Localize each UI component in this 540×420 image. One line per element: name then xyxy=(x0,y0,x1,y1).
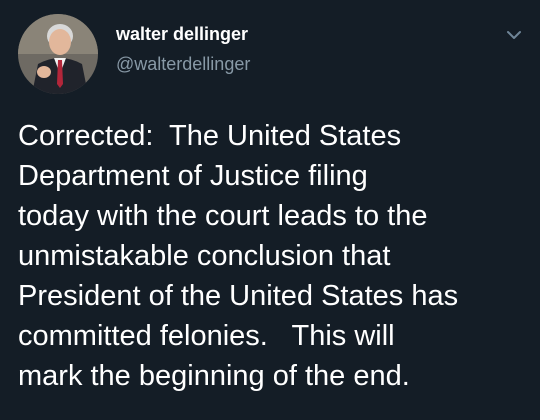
tweet-text: Corrected: The United States Department … xyxy=(18,120,459,392)
user-handle[interactable]: @walterdellinger xyxy=(116,54,250,75)
display-name[interactable]: walter dellinger xyxy=(116,24,248,45)
person-portrait-icon xyxy=(18,14,98,94)
chevron-down-icon[interactable] xyxy=(504,28,524,42)
tweet-card: walter dellinger @walterdellinger Correc… xyxy=(0,0,540,420)
avatar[interactable] xyxy=(18,14,98,94)
